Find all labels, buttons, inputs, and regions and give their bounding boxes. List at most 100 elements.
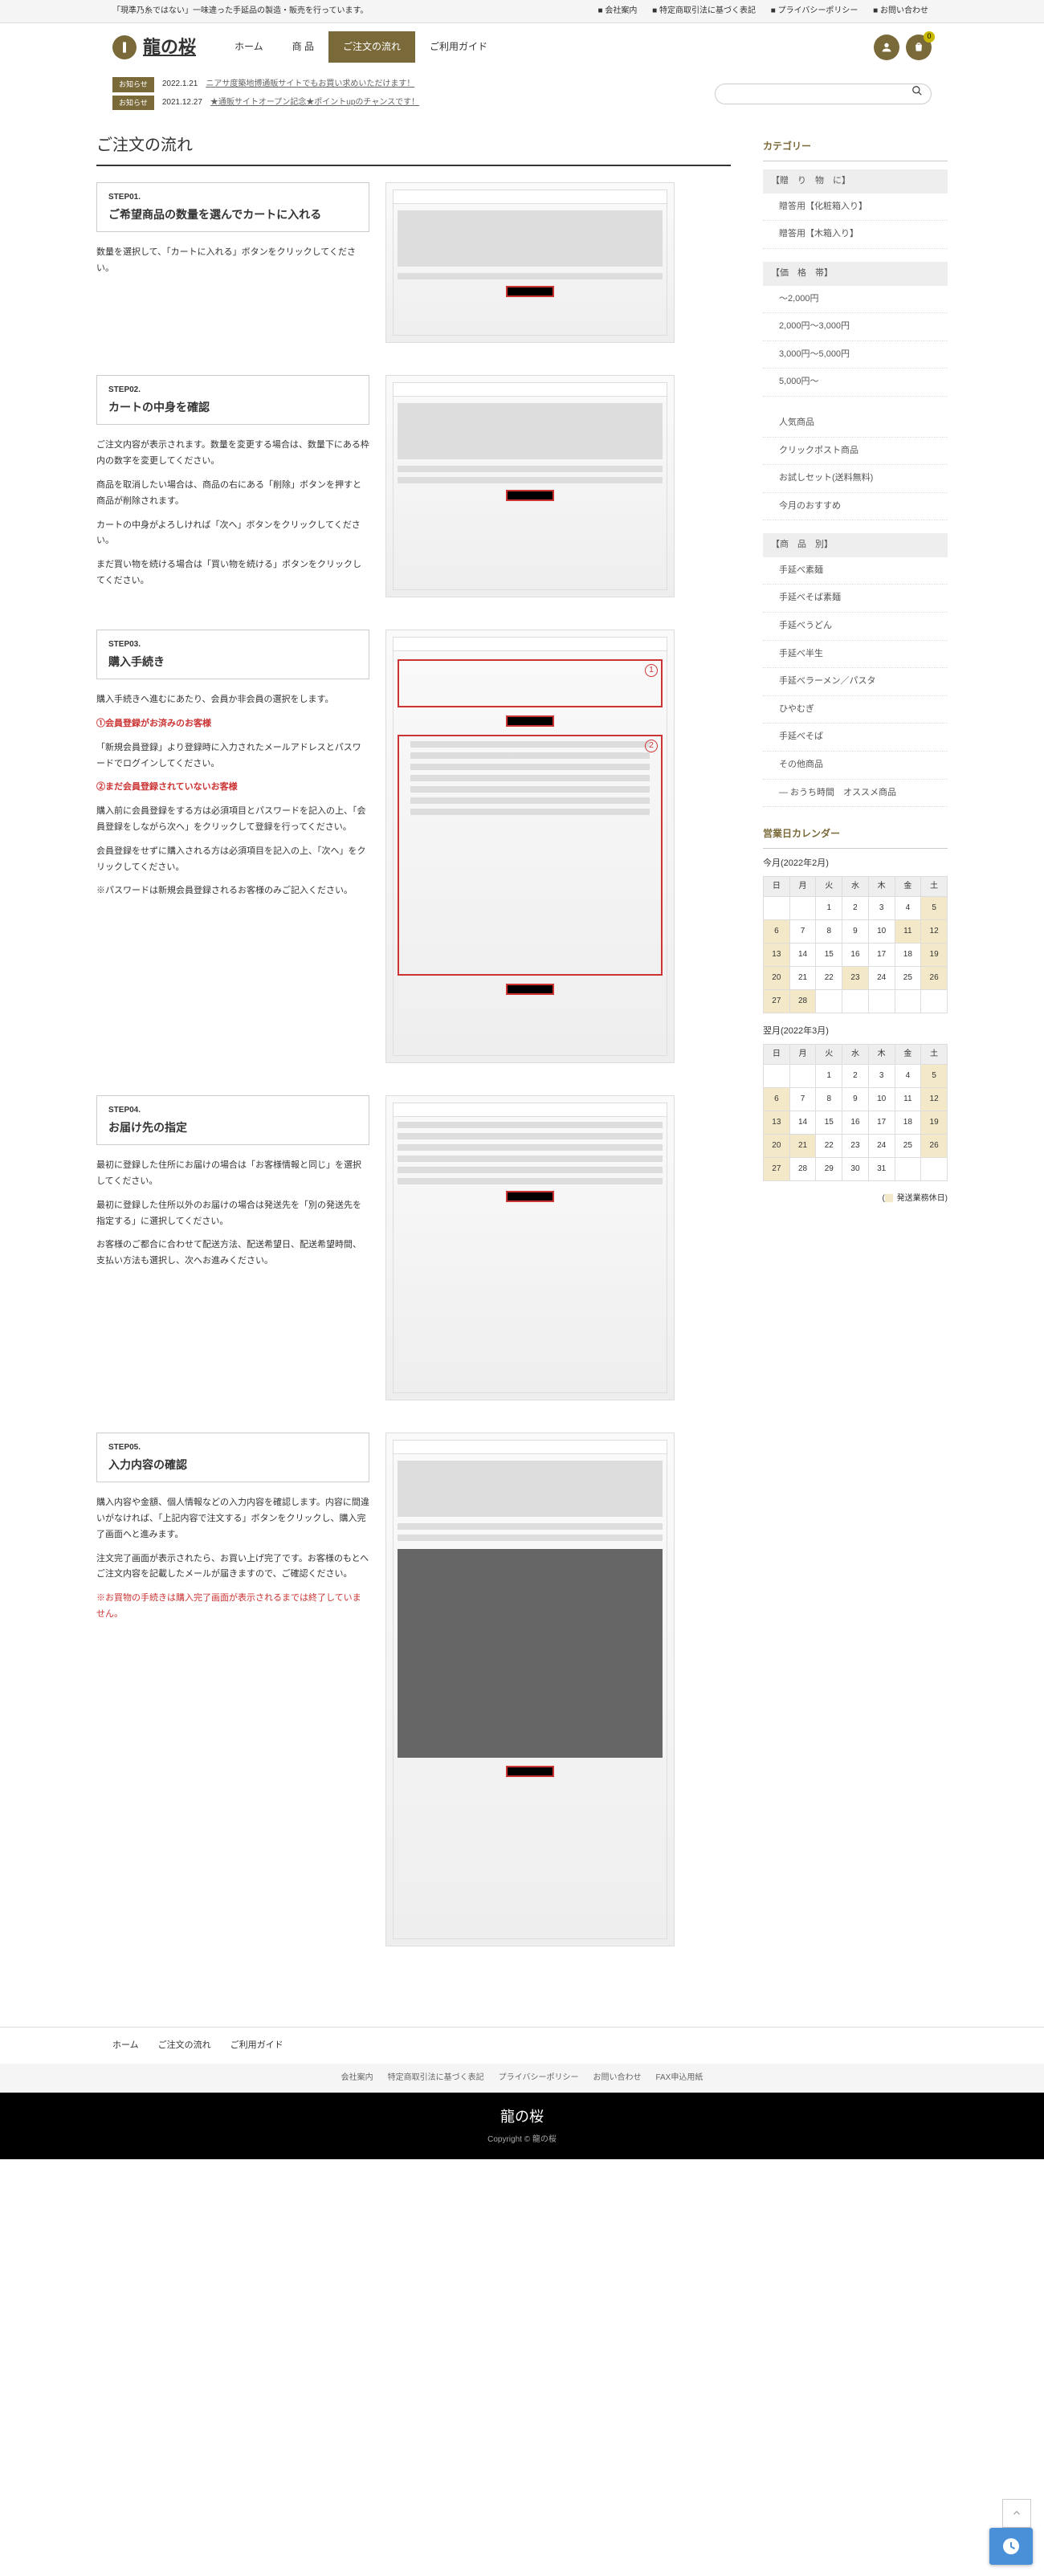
topbar-link[interactable]: ■ お問い合わせ: [870, 6, 932, 15]
cat-item: 贈答用【木箱入り】: [763, 221, 948, 249]
step-text: 最初に登録した住所にお届けの場合は「お客様情報と同じ」を選択してください。: [96, 1158, 369, 1190]
cat-link[interactable]: 5,000円〜: [779, 377, 819, 386]
cal-day: [868, 990, 895, 1013]
cal-day: [921, 1157, 948, 1180]
footer-sub-link[interactable]: お問い合わせ: [593, 2072, 641, 2085]
cal-day: 5: [921, 897, 948, 920]
sidebar-title-category: カテゴリー: [763, 132, 948, 161]
nav-guide[interactable]: ご利用ガイド: [415, 31, 502, 63]
cat-link[interactable]: 贈答用【化粧箱入り】: [779, 202, 867, 211]
copyright: Copyright © 龍の桜: [0, 2134, 1044, 2146]
search-input[interactable]: [724, 89, 911, 99]
cal-day: 8: [816, 920, 842, 944]
step-warning: ※お買物の手続きは購入完了画面が表示されるまでは終了していません。: [96, 1591, 369, 1623]
step-text: 注文完了画面が表示されたら、お買い上げ完了です。お客様のもとへご注文内容を記載し…: [96, 1551, 369, 1584]
cat-link[interactable]: 手延べ半生: [779, 649, 823, 658]
footer-sub-link[interactable]: FAX申込用紙: [655, 2072, 703, 2085]
cat-link[interactable]: ひやむぎ: [779, 704, 814, 714]
footer-nav: ホーム ご注文の流れ ご利用ガイド: [0, 2027, 1044, 2064]
cal-day: 16: [842, 1111, 869, 1134]
tagline: 「現準乃糸ではない」一味違った手延品の製造・販売を行っています。: [112, 5, 369, 18]
cat-link[interactable]: — おうち時間 オススメ商品: [779, 788, 896, 797]
nav-home[interactable]: ホーム: [220, 31, 278, 63]
cal-legend: ( 発送業務休日): [763, 1192, 948, 1205]
footer-sub-link[interactable]: プライバシーポリシー: [499, 2072, 579, 2085]
footer-sub-link[interactable]: 会社案内: [341, 2072, 373, 2085]
cal-day: 31: [868, 1157, 895, 1180]
cal-day: 1: [816, 1064, 842, 1087]
cat-link[interactable]: 手延べそば: [779, 732, 823, 741]
cat-link[interactable]: 贈答用【木箱入り】: [779, 229, 858, 238]
cat-link[interactable]: 手延べうどん: [779, 621, 832, 630]
topbar-link[interactable]: ■ 会社案内: [595, 6, 641, 15]
cal-month-title: 今月(2022年2月): [763, 857, 948, 871]
step-card: STEP02. カートの中身を確認: [96, 375, 369, 425]
news-link[interactable]: ニアサ度築地博通販サイトでもお買い求めいただけます！: [206, 78, 414, 91]
cal-day: 5: [921, 1064, 948, 1087]
cal-day: 10: [868, 920, 895, 944]
logo-icon: [112, 35, 137, 59]
cat-link[interactable]: 〜2,000円: [779, 294, 819, 304]
cal-day: [789, 1064, 816, 1087]
step-title: お届け先の指定: [108, 1119, 357, 1136]
news-date: 2022.1.21: [162, 78, 198, 91]
nav-products[interactable]: 商 品: [278, 31, 328, 63]
cat-link[interactable]: お試しセット(送料無料): [779, 473, 873, 483]
search-box: [715, 84, 932, 104]
search-icon[interactable]: [911, 85, 923, 101]
cal-day: 9: [842, 1087, 869, 1111]
step-screenshot: [385, 1433, 675, 1946]
cat-link[interactable]: 手延べラーメン／パスタ: [779, 676, 876, 686]
cal-day: 26: [921, 1134, 948, 1157]
cal-day: 7: [789, 920, 816, 944]
account-icon[interactable]: [874, 35, 899, 60]
cart-icon[interactable]: 0: [906, 35, 932, 60]
cal-day: [921, 990, 948, 1013]
footer-sub-link[interactable]: 特定商取引法に基づく表記: [388, 2072, 484, 2085]
cat-link[interactable]: クリックポスト商品: [779, 446, 858, 455]
cal-day: 18: [895, 1111, 921, 1134]
cal-day: 28: [789, 1157, 816, 1180]
cal-day: 20: [764, 967, 790, 990]
news-link[interactable]: ★通販サイトオープン記念★ポイントupのチャンスです！: [210, 96, 419, 109]
cat-link[interactable]: その他商品: [779, 760, 823, 769]
footer-nav-link[interactable]: ホーム: [112, 2039, 139, 2053]
cal-day: 21: [789, 967, 816, 990]
footer-nav-link[interactable]: ご利用ガイド: [230, 2039, 283, 2053]
step-subhead: ①会員登録がお済みのお客様: [96, 716, 369, 732]
news-label: お知らせ: [112, 96, 154, 110]
cat-header: 【商 品 別】: [763, 533, 948, 557]
cal-day: 27: [764, 1157, 790, 1180]
step-screenshot: [385, 375, 675, 597]
logo[interactable]: 龍の桜: [112, 33, 196, 61]
cal-day: [842, 990, 869, 1013]
cal-day: 10: [868, 1087, 895, 1111]
cat-link[interactable]: 人気商品: [779, 418, 814, 427]
step-num: STEP03.: [108, 638, 357, 651]
cat-link[interactable]: 手延べそば素麺: [779, 593, 841, 602]
cat-link[interactable]: 手延べ素麺: [779, 565, 823, 575]
cal-day: 23: [842, 967, 869, 990]
cal-day: 6: [764, 1087, 790, 1111]
cat-item: 人気商品: [763, 410, 948, 438]
topbar-link[interactable]: ■ プライバシーポリシー: [768, 6, 862, 15]
topbar-link[interactable]: ■ 特定商取引法に基づく表記: [649, 6, 759, 15]
step-text: 購入内容や金額、個人情報などの入力内容を確認します。内容に間違いがなければ、「上…: [96, 1495, 369, 1543]
cat-item: 5,000円〜: [763, 369, 948, 397]
footer-nav-link[interactable]: ご注文の流れ: [158, 2039, 211, 2053]
cat-item: 贈答用【化粧箱入り】: [763, 194, 948, 222]
cal-day: 23: [842, 1134, 869, 1157]
calendar-table: 日月火水木金土123456789101112131415161718192021…: [763, 876, 948, 1013]
recaptcha-badge: [989, 2528, 1033, 2565]
cal-day: 29: [816, 1157, 842, 1180]
cat-link[interactable]: 2,000円〜3,000円: [779, 321, 850, 331]
step-screenshot: [385, 1095, 675, 1400]
cal-day: 26: [921, 967, 948, 990]
cat-link[interactable]: 3,000円〜5,000円: [779, 349, 850, 359]
cal-day: 30: [842, 1157, 869, 1180]
step-card: STEP05. 入力内容の確認: [96, 1433, 369, 1482]
cat-link[interactable]: 今月のおすすめ: [779, 501, 841, 511]
nav-order-flow[interactable]: ご注文の流れ: [328, 31, 415, 63]
scroll-top-button[interactable]: [1002, 2499, 1031, 2528]
cal-day: 19: [921, 944, 948, 967]
